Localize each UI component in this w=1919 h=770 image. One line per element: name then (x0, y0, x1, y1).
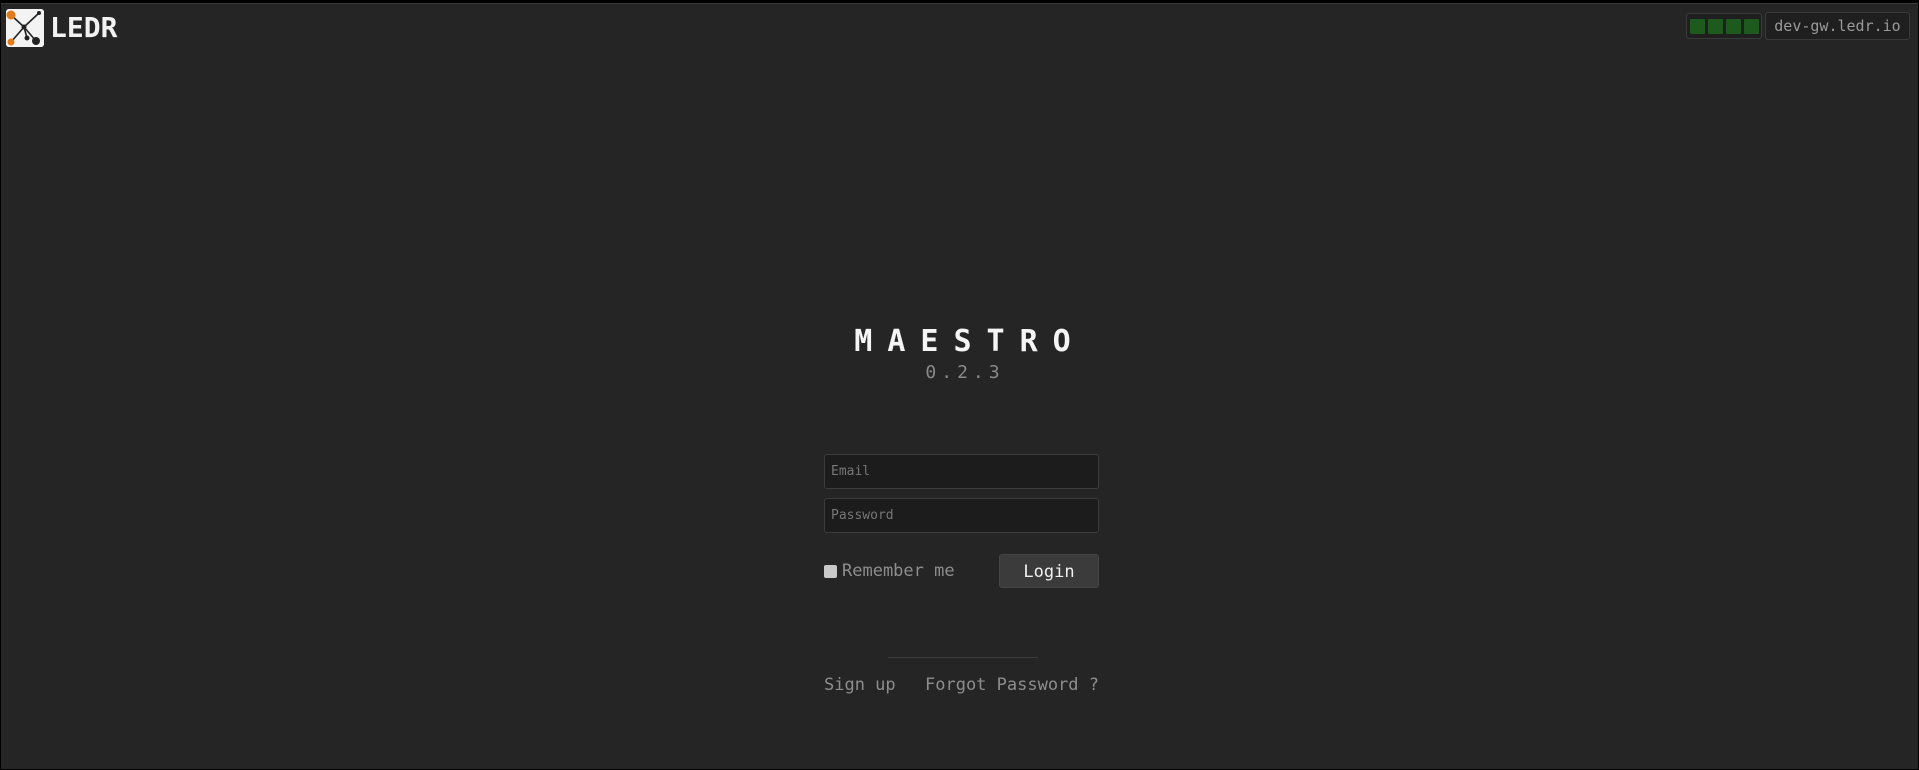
sign-up-link[interactable]: Sign up (824, 675, 896, 695)
status-bar (1725, 18, 1741, 34)
divider (887, 657, 1038, 658)
brand[interactable]: LEDR (6, 9, 117, 47)
remember-me-label: Remember me (842, 561, 955, 581)
form-actions: Remember me Login (824, 554, 1099, 588)
login-button[interactable]: Login (999, 554, 1099, 588)
login-screen: LEDR dev-gw.ledr.io MAESTRO 0.2.3 Rememb… (1, 3, 1918, 769)
app-version: 0.2.3 (925, 362, 1005, 383)
brand-name: LEDR (50, 11, 118, 44)
status-bar (1707, 18, 1723, 34)
remember-me[interactable]: Remember me (824, 561, 955, 581)
auth-links: Sign up Forgot Password ? (824, 675, 1099, 695)
forgot-password-link[interactable]: Forgot Password ? (925, 675, 1099, 695)
app-title: MAESTRO (854, 324, 1086, 359)
remember-me-checkbox[interactable] (824, 564, 837, 578)
host-badge: dev-gw.ledr.io (1765, 12, 1910, 40)
password-field[interactable] (824, 498, 1099, 533)
status-bar (1689, 18, 1705, 34)
connection-status-indicator (1686, 13, 1762, 39)
network-nodes-icon (6, 9, 44, 47)
email-field[interactable] (824, 454, 1099, 489)
status-bar (1743, 18, 1759, 34)
login-panel: MAESTRO 0.2.3 Remember me Login Sign up … (824, 324, 1101, 695)
